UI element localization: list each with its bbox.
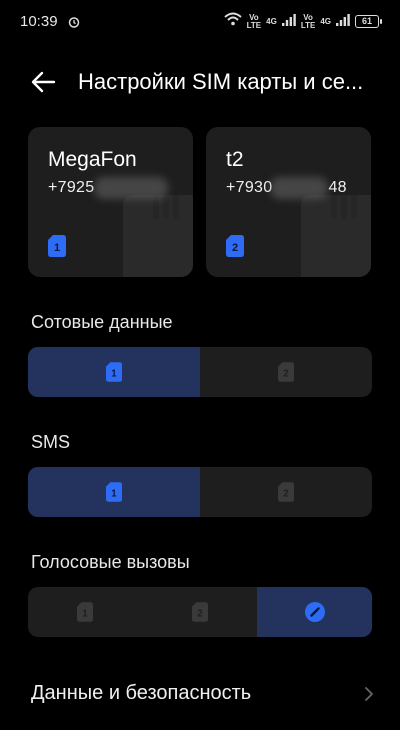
sim-1-icon: 1 bbox=[77, 602, 94, 622]
sim1-volte-indicator: Vo LTE bbox=[246, 12, 262, 30]
battery-icon: 61 bbox=[355, 15, 382, 28]
svg-text:2: 2 bbox=[283, 368, 289, 379]
svg-text:1: 1 bbox=[54, 242, 60, 254]
data-security-row[interactable]: Данные и безопасность bbox=[0, 668, 400, 722]
svg-text:2: 2 bbox=[283, 488, 289, 499]
redacted-digits bbox=[94, 177, 168, 199]
sim1-signal-icon bbox=[281, 13, 296, 31]
sim-2-icon: 2 bbox=[192, 602, 208, 622]
voice-calls-label: Голосовые вызовы bbox=[31, 552, 190, 572]
sim-carrier-name: t2 bbox=[226, 148, 244, 171]
sms-label: SMS bbox=[31, 432, 71, 452]
sim-carrier-name: MegaFon bbox=[48, 148, 137, 171]
svg-text:2: 2 bbox=[197, 608, 203, 619]
sim1-network-type: 4G bbox=[266, 16, 277, 26]
header: Настройки SIM карты и се... bbox=[0, 55, 400, 107]
svg-text:1: 1 bbox=[83, 608, 89, 619]
redacted-digits bbox=[270, 177, 328, 199]
sim-card-2[interactable]: t2 +7930 48 2 bbox=[206, 127, 371, 277]
sim-1-icon: 1 bbox=[48, 235, 66, 262]
sim-card-watermark bbox=[301, 195, 371, 277]
sim2-volte-indicator: Vo LTE bbox=[300, 12, 316, 30]
voice-calls-ask-option[interactable] bbox=[257, 587, 372, 637]
chevron-right-icon bbox=[364, 686, 374, 707]
svg-text:1: 1 bbox=[111, 368, 117, 379]
sim-phone-number: +7925 bbox=[48, 179, 95, 196]
sms-sim-1-option[interactable]: 1 bbox=[28, 467, 200, 517]
mobile-data-selector: 1 2 bbox=[28, 347, 372, 397]
sim-2-icon: 2 bbox=[278, 482, 294, 502]
svg-text:2: 2 bbox=[232, 242, 238, 254]
sim-1-icon: 1 bbox=[106, 362, 122, 382]
back-button[interactable] bbox=[26, 65, 60, 99]
voice-calls-selector: 1 2 bbox=[28, 587, 372, 637]
page-title: Настройки SIM карты и се... bbox=[78, 69, 364, 94]
battery-level: 61 bbox=[355, 15, 379, 28]
voice-calls-sim-2-option[interactable]: 2 bbox=[143, 587, 258, 637]
voice-calls-sim-1-option[interactable]: 1 bbox=[28, 587, 143, 637]
sim2-network-type: 4G bbox=[320, 16, 331, 26]
sim-1-icon: 1 bbox=[106, 482, 122, 502]
sim-2-icon: 2 bbox=[226, 235, 244, 262]
sim2-signal-icon bbox=[336, 13, 350, 31]
ask-every-time-icon bbox=[304, 602, 325, 622]
sim-2-icon: 2 bbox=[278, 362, 294, 382]
status-time: 10:39 bbox=[20, 13, 58, 30]
alarm-icon bbox=[68, 15, 80, 33]
status-bar: 10:39 Vo LTE 4G Vo LTE 4G 61 bbox=[0, 0, 400, 44]
data-security-label: Данные и безопасность bbox=[31, 682, 252, 704]
mobile-data-label: Сотовые данные bbox=[31, 312, 173, 332]
sim-card-watermark bbox=[123, 195, 193, 277]
arrow-left-icon bbox=[31, 71, 56, 93]
sim-card-1[interactable]: MegaFon +7925 1 bbox=[28, 127, 193, 277]
svg-text:1: 1 bbox=[111, 488, 117, 499]
mobile-data-sim-2-option[interactable]: 2 bbox=[200, 347, 372, 397]
wifi-icon bbox=[223, 12, 242, 31]
sms-selector: 1 2 bbox=[28, 467, 372, 517]
sms-sim-2-option[interactable]: 2 bbox=[200, 467, 372, 517]
mobile-data-sim-1-option[interactable]: 1 bbox=[28, 347, 200, 397]
